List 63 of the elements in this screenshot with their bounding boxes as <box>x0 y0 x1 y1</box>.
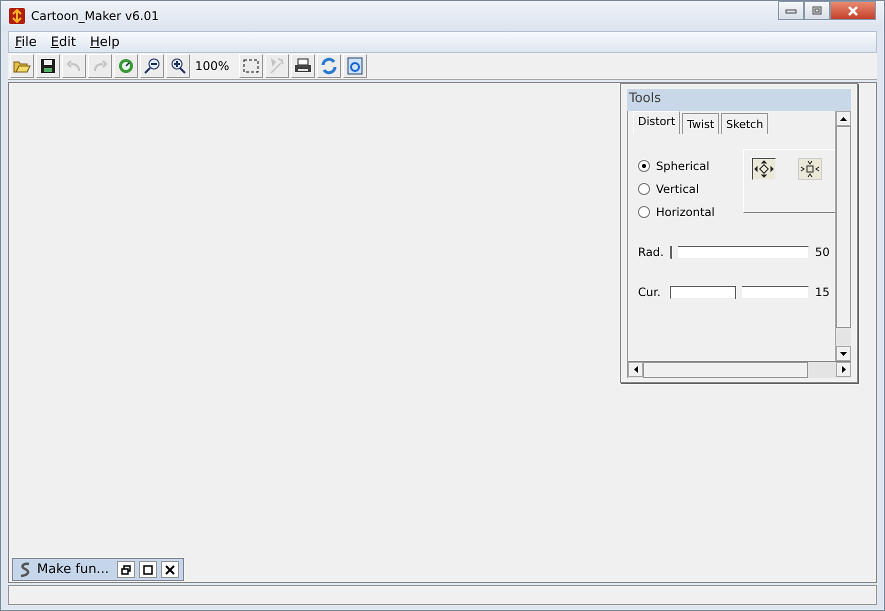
zoom-level: 100% <box>194 59 230 73</box>
menu-item[interactable]: Edit <box>50 34 76 50</box>
slider-value: 15 <box>815 285 827 299</box>
horizontal-scrollbar[interactable] <box>628 361 851 378</box>
save-button[interactable] <box>36 54 60 78</box>
zoom-out-icon <box>143 57 161 75</box>
print-button[interactable] <box>291 54 316 78</box>
browser-button[interactable] <box>343 54 368 78</box>
open-button[interactable] <box>10 54 34 78</box>
minimize-button[interactable] <box>778 1 804 20</box>
left-arrow-icon <box>634 366 638 373</box>
expand-arrows-button[interactable] <box>752 158 776 180</box>
up-arrow-icon <box>840 116 847 120</box>
contract-arrows-button[interactable] <box>798 158 822 180</box>
scroll-up-button[interactable] <box>836 111 851 126</box>
contract-arrows-icon <box>800 160 820 178</box>
close-button[interactable] <box>160 561 179 578</box>
scroll-right-button[interactable] <box>836 362 851 377</box>
menu-item[interactable]: File <box>15 34 37 50</box>
close-icon <box>164 564 175 574</box>
scroll-left-button[interactable] <box>628 362 643 377</box>
expand-arrows-icon <box>754 160 774 178</box>
select-button[interactable] <box>239 54 264 78</box>
scroll-down-button[interactable] <box>836 346 851 361</box>
dial-icon <box>117 57 135 75</box>
zoom-out-button[interactable] <box>140 54 164 78</box>
window-title: Make fun... <box>37 562 109 577</box>
minimize-icon <box>785 6 797 14</box>
maximize-icon <box>811 6 823 16</box>
radio-option[interactable]: Vertical <box>638 182 715 196</box>
maximize-button[interactable] <box>804 1 830 20</box>
radio-option[interactable]: Spherical <box>638 159 715 173</box>
slider-value: 50 <box>815 245 827 259</box>
app-logo-icon <box>9 8 25 24</box>
down-arrow-icon <box>840 352 847 356</box>
maximize-button[interactable] <box>138 561 157 578</box>
zoom-in-button[interactable] <box>166 54 190 78</box>
slider-label: Cur. <box>638 285 662 299</box>
slider-label: Rad. <box>638 245 664 259</box>
menu-item[interactable]: Help <box>90 34 120 50</box>
close-icon <box>846 6 860 16</box>
minimized-window[interactable]: Make fun... <box>12 558 184 581</box>
restore-icon <box>120 564 131 574</box>
zoom-in-icon <box>169 57 187 75</box>
tab[interactable]: Sketch <box>721 113 768 134</box>
printer-icon <box>294 57 312 75</box>
refresh-button[interactable] <box>114 54 138 78</box>
magic-wand-icon <box>268 57 286 75</box>
rotate-button[interactable] <box>317 54 342 78</box>
right-arrow-icon <box>842 366 846 373</box>
tab[interactable]: Distort <box>633 111 680 134</box>
slider[interactable] <box>670 246 809 258</box>
panel-title: Tools <box>627 89 851 111</box>
maximize-icon <box>142 564 153 574</box>
browser-icon <box>346 57 364 75</box>
restore-button[interactable] <box>116 561 135 578</box>
slider[interactable] <box>670 286 809 298</box>
selection-icon <box>242 57 260 75</box>
vertical-scrollbar[interactable] <box>835 111 851 361</box>
rotate-icon <box>320 57 338 75</box>
radio-option[interactable]: Horizontal <box>638 205 715 219</box>
tab[interactable]: Twist <box>682 113 720 134</box>
window-title: Cartoon_Maker v6.01 <box>31 9 159 23</box>
